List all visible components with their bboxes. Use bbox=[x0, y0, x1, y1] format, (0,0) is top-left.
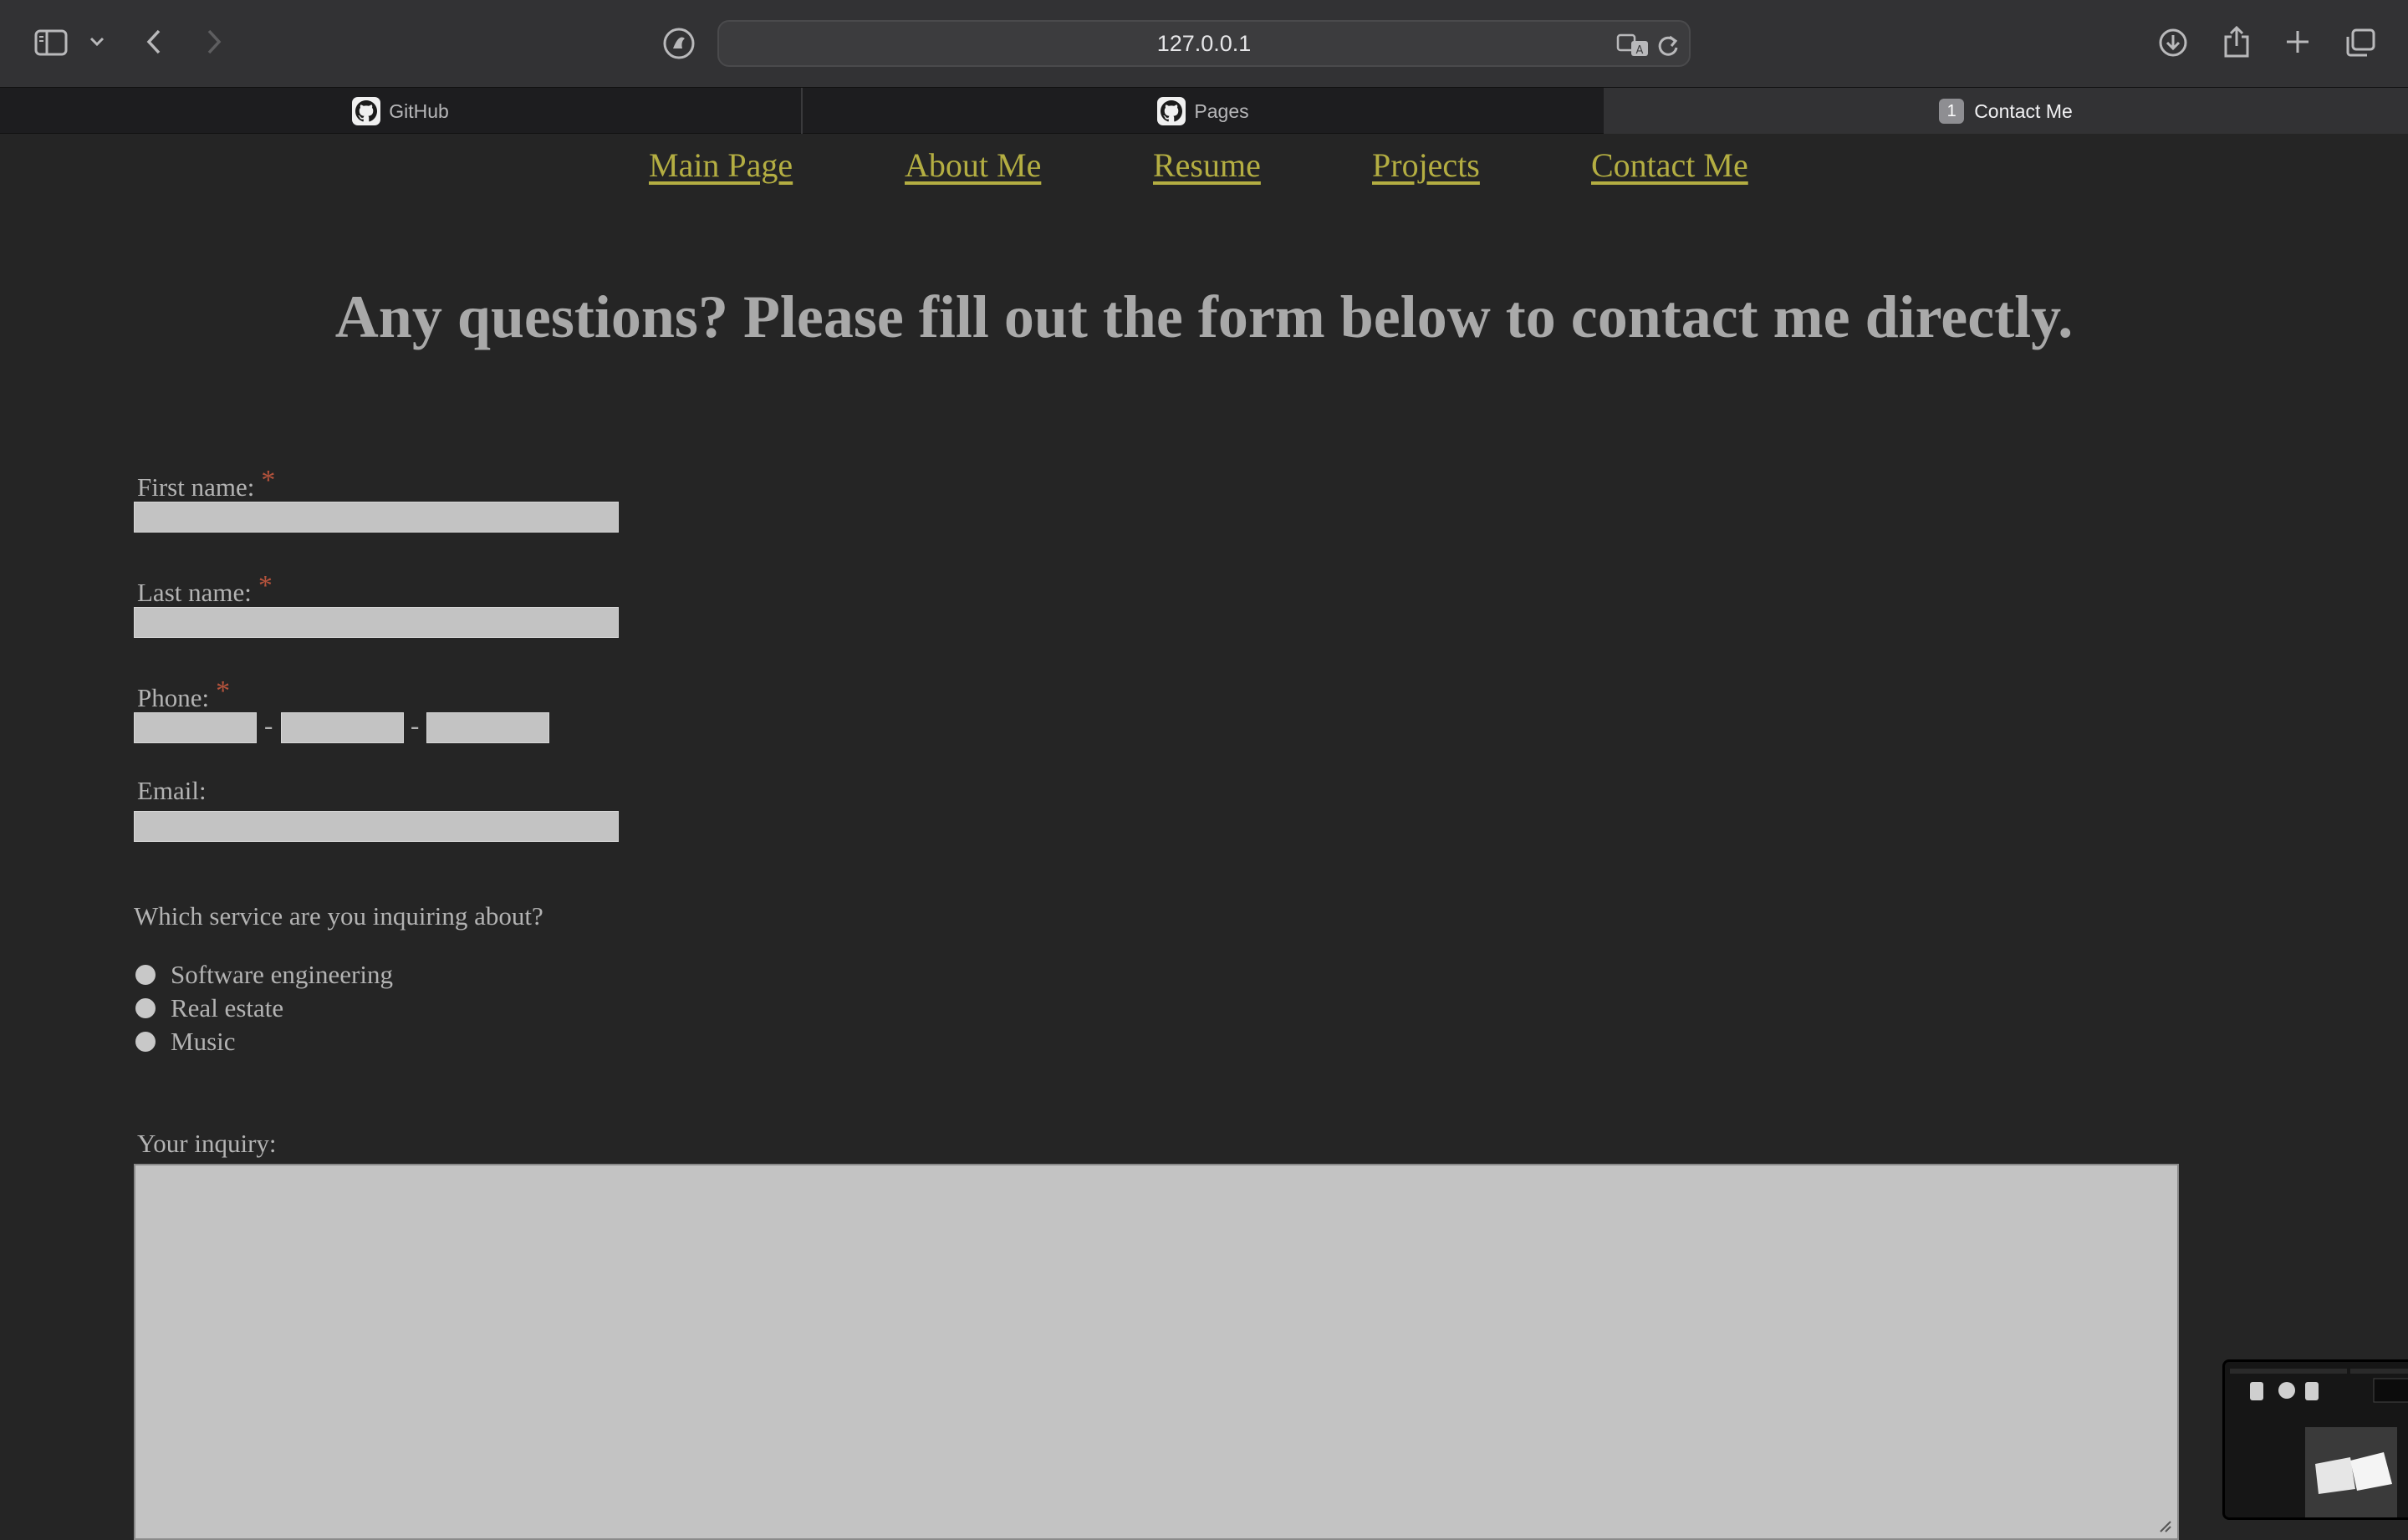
service-option-label: Software engineering bbox=[171, 960, 393, 989]
github-icon bbox=[1157, 97, 1186, 125]
phone-area-code-input[interactable] bbox=[134, 712, 257, 743]
page-heading: Any questions? Please fill out the form … bbox=[334, 283, 2074, 350]
tab-github[interactable]: GitHub bbox=[0, 88, 801, 135]
nav-link-main-page[interactable]: Main Page bbox=[649, 145, 793, 185]
back-icon[interactable] bbox=[139, 25, 169, 59]
service-option-label: Music bbox=[171, 1027, 236, 1056]
web-page: Main Page About Me Resume Projects Conta… bbox=[0, 134, 2408, 1540]
share-icon[interactable] bbox=[2219, 23, 2254, 60]
translate-icon[interactable]: A bbox=[1615, 32, 1650, 59]
nav-link-projects[interactable]: Projects bbox=[1372, 145, 1480, 185]
window-thumbnail[interactable] bbox=[2222, 1359, 2408, 1520]
radio-button[interactable] bbox=[135, 998, 156, 1018]
phone-prefix-input[interactable] bbox=[281, 712, 404, 743]
nav-link-resume[interactable]: Resume bbox=[1153, 145, 1261, 185]
sidebar-icon[interactable] bbox=[32, 25, 70, 60]
inquiry-textarea[interactable] bbox=[134, 1164, 2179, 1540]
address-bar[interactable]: 127.0.0.1 A bbox=[717, 20, 1691, 67]
svg-text:A: A bbox=[1636, 44, 1644, 57]
nav-link-contact-me[interactable]: Contact Me bbox=[1591, 145, 1748, 185]
tab-label: Pages bbox=[1194, 99, 1249, 122]
last-name-label: Last name: * bbox=[137, 570, 273, 608]
service-option-label: Real estate bbox=[171, 993, 284, 1022]
required-marker: * bbox=[216, 676, 231, 706]
url-text: 127.0.0.1 bbox=[1156, 30, 1252, 56]
phone-line-number-input[interactable] bbox=[426, 712, 549, 743]
email-input[interactable] bbox=[134, 811, 619, 842]
phone-label: Phone: * bbox=[137, 676, 230, 713]
required-marker: * bbox=[258, 570, 273, 601]
service-question: Which service are you inquiring about? bbox=[134, 901, 543, 931]
first-name-label-text: First name: bbox=[137, 472, 255, 502]
last-name-label-text: Last name: bbox=[137, 578, 252, 607]
download-icon[interactable] bbox=[2155, 25, 2191, 60]
new-tab-icon[interactable] bbox=[2281, 25, 2314, 59]
email-label: Email: bbox=[137, 776, 207, 805]
tab-label: Contact Me bbox=[1974, 99, 2073, 122]
tab-overview-icon[interactable] bbox=[2343, 25, 2378, 60]
first-name-input[interactable] bbox=[134, 502, 619, 533]
service-option-software-engineering[interactable]: Software engineering bbox=[135, 960, 393, 990]
github-icon bbox=[352, 97, 381, 125]
chevron-down-icon[interactable] bbox=[87, 32, 107, 52]
privacy-shield-icon[interactable] bbox=[661, 25, 697, 62]
inquiry-label: Your inquiry: bbox=[137, 1129, 277, 1158]
nav-link-about-me[interactable]: About Me bbox=[905, 145, 1041, 185]
tab-label: GitHub bbox=[389, 99, 449, 122]
browser-toolbar: 127.0.0.1 A bbox=[0, 0, 2408, 87]
first-name-label: First name: * bbox=[137, 465, 275, 502]
required-marker: * bbox=[261, 465, 276, 496]
radio-button[interactable] bbox=[135, 1032, 156, 1052]
tab-pages[interactable]: Pages bbox=[803, 88, 1604, 135]
radio-button[interactable] bbox=[135, 965, 156, 985]
service-option-real-estate[interactable]: Real estate bbox=[135, 993, 283, 1023]
tab-number-badge: 1 bbox=[1939, 99, 1965, 124]
resize-handle-icon[interactable] bbox=[2155, 1517, 2172, 1533]
last-name-input[interactable] bbox=[134, 607, 619, 638]
phone-separator: - bbox=[264, 711, 273, 740]
forward-icon[interactable] bbox=[199, 25, 229, 59]
phone-label-text: Phone: bbox=[137, 683, 210, 712]
tab-bar: GitHub Pages 1 Contact Me bbox=[0, 87, 2408, 135]
reload-icon[interactable] bbox=[1656, 32, 1681, 59]
phone-separator: - bbox=[411, 711, 420, 740]
service-option-music[interactable]: Music bbox=[135, 1027, 236, 1057]
tab-contact-me[interactable]: 1 Contact Me bbox=[1604, 88, 2408, 135]
